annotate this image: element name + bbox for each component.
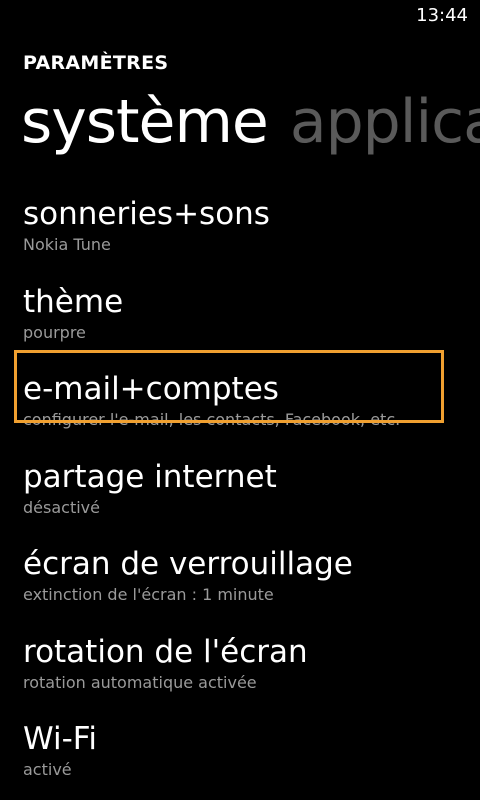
pivot-tab-systeme[interactable]: système — [21, 82, 269, 162]
status-clock: 13:44 — [416, 5, 468, 26]
setting-item-subtitle: désactivé — [23, 497, 100, 517]
setting-item-subtitle: Nokia Tune — [23, 235, 111, 254]
setting-item-subtitle: extinction de l'écran : 1 minute — [23, 585, 274, 604]
setting-item-subtitle: activé — [23, 760, 72, 779]
app-title: PARAMÈTRES — [23, 52, 169, 74]
setting-item-title: Wi-Fi — [23, 721, 97, 757]
setting-item-title: e-mail+comptes — [23, 371, 279, 407]
setting-item-title: rotation de l'écran — [23, 633, 308, 670]
settings-screen: 13:44 PARAMÈTRES système applications son… — [0, 0, 480, 800]
setting-item-wifi[interactable]: Wi-Fi activé — [0, 719, 480, 800]
setting-item-subtitle: rotation automatique activée — [23, 672, 257, 692]
setting-item-ecran-verrouillage[interactable]: écran de verrouillage extinction de l'éc… — [0, 544, 480, 632]
setting-item-title: partage internet — [23, 458, 277, 495]
setting-item-subtitle: pourpre — [23, 322, 86, 342]
setting-item-rotation-ecran[interactable]: rotation de l'écran rotation automatique… — [0, 632, 480, 720]
setting-item-email-comptes[interactable]: e-mail+comptes configurer l'e-mail, les … — [0, 350, 480, 457]
setting-item-theme[interactable]: thème pourpre — [0, 282, 480, 370]
setting-item-partage-internet[interactable]: partage internet désactivé — [0, 457, 480, 545]
status-bar: 13:44 — [0, 0, 480, 32]
settings-list: sonneries+sons Nokia Tune thème pourpre … — [0, 194, 480, 800]
setting-item-subtitle: configurer l'e-mail, les contacts, Faceb… — [23, 410, 401, 429]
setting-item-title: thème — [23, 283, 124, 320]
setting-item-sonneries-sons[interactable]: sonneries+sons Nokia Tune — [0, 194, 480, 282]
setting-item-title: écran de verrouillage — [23, 546, 353, 582]
pivot-tab-applications[interactable]: applications — [290, 82, 480, 162]
pivot-header: système applications — [21, 82, 480, 162]
setting-item-title: sonneries+sons — [23, 196, 270, 232]
